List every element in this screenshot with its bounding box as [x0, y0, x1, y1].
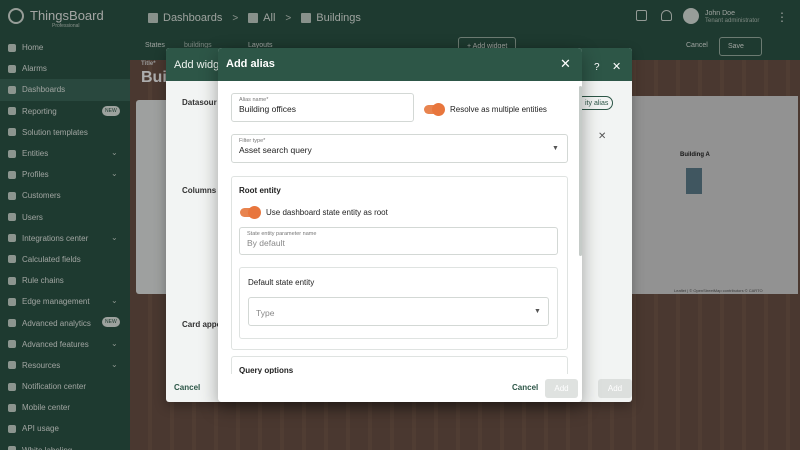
toggle-knob — [248, 206, 261, 219]
clear-icon[interactable]: ✕ — [598, 131, 606, 142]
columns-heading: Columns — [182, 186, 217, 195]
type-select[interactable]: Type ▼ — [248, 297, 549, 326]
add-alias-dialog: Add alias ✕ Alias name* Building offices… — [218, 48, 582, 402]
help-icon[interactable]: ? — [594, 62, 600, 73]
root-entity-heading: Root entity — [239, 186, 281, 195]
add-button[interactable]: Add — [545, 379, 578, 398]
dialog-scrollbar[interactable] — [579, 86, 582, 256]
dropdown-arrow-icon: ▼ — [552, 145, 559, 152]
dialog-title: Add alias — [226, 58, 275, 70]
state-param-field[interactable]: State entity parameter name By default — [239, 227, 558, 255]
filter-type-select[interactable]: Filter type* Asset search query ▼ — [231, 134, 568, 163]
dropdown-arrow-icon: ▼ — [534, 308, 541, 315]
datasource-heading: Datasour — [182, 98, 217, 107]
close-icon[interactable]: ✕ — [612, 60, 621, 73]
alias-name-field[interactable]: Alias name* Building offices — [231, 93, 414, 122]
card-appearance-heading: Card appe — [182, 320, 222, 329]
toggle-knob — [432, 103, 445, 116]
cancel-button[interactable]: Cancel — [512, 383, 538, 392]
dialog-header: Add alias ✕ — [218, 48, 582, 81]
use-dashboard-state-toggle[interactable] — [240, 206, 261, 219]
use-dashboard-state-label: Use dashboard state entity as root — [266, 208, 388, 217]
bg-add-button[interactable]: Add — [598, 379, 632, 398]
close-icon[interactable]: ✕ — [560, 56, 571, 72]
resolve-multiple-toggle[interactable] — [424, 103, 445, 116]
default-state-entity-heading: Default state entity — [248, 278, 315, 287]
bg-cancel-button[interactable]: Cancel — [174, 383, 200, 392]
resolve-multiple-label: Resolve as multiple entities — [450, 105, 547, 114]
